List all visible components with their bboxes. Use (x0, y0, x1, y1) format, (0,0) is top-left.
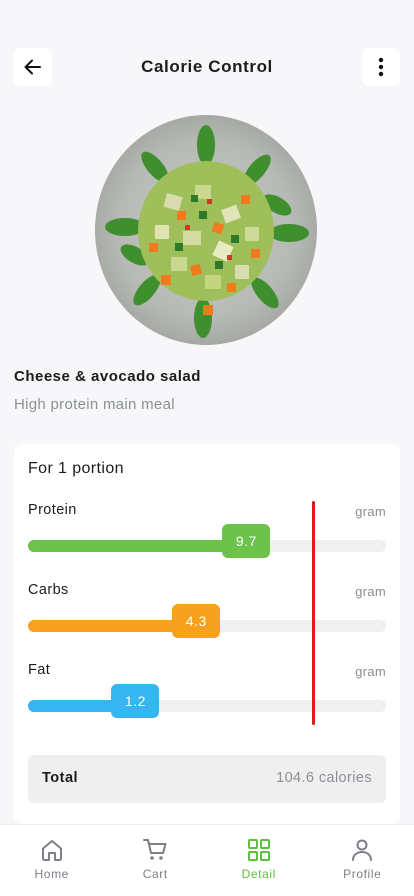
nutrient-bar-track: 9.7 (28, 524, 386, 558)
nutrient-bar-fill (28, 540, 247, 552)
nutrient-label: Fat (28, 662, 51, 678)
nutrient-unit: gram (355, 504, 386, 519)
dish-subtitle: High protein main meal (14, 396, 175, 413)
nutrient-value-badge: 1.2 (111, 684, 160, 718)
tab-detail[interactable]: Detail (207, 825, 311, 896)
tab-label: Detail (241, 867, 276, 881)
user-icon (352, 839, 373, 861)
nutrient-bar-track: 4.3 (28, 604, 386, 638)
more-button[interactable] (362, 48, 400, 86)
header: Calorie Control (14, 48, 400, 86)
nutrient-value-badge: 4.3 (172, 604, 221, 638)
grid-icon (247, 839, 270, 861)
cart-icon (143, 839, 167, 860)
nutrient-bar-fill (28, 620, 197, 632)
total-row: Total 104.6 calories (28, 755, 386, 803)
tab-profile[interactable]: Profile (311, 825, 414, 896)
tab-label: Home (34, 867, 69, 881)
limit-line (312, 501, 315, 725)
home-icon (41, 840, 62, 861)
portion-label: For 1 portion (28, 460, 124, 477)
nutrient-unit: gram (355, 584, 386, 599)
salad-plate-image (95, 115, 317, 345)
nutrient-value-badge: 9.7 (222, 524, 271, 558)
tab-label: Cart (142, 867, 168, 881)
tab-label: Profile (343, 867, 382, 881)
total-value: 104.6 calories (276, 770, 372, 786)
nutrition-card: For 1 portion Protein gram 9.7 Carbs gra… (14, 444, 400, 824)
tab-home[interactable]: Home (0, 825, 104, 896)
tab-cart[interactable]: Cart (104, 825, 208, 896)
total-label: Total (42, 770, 79, 786)
nutrient-unit: gram (355, 664, 386, 679)
nutrient-label: Protein (28, 502, 77, 518)
dish-image (95, 115, 317, 345)
nutrient-label: Carbs (28, 582, 69, 598)
page-title: Calorie Control (141, 57, 273, 76)
more-vertical-icon (378, 57, 384, 77)
bottom-tab-bar: Home Cart Detail Profile (0, 824, 414, 896)
nutrient-bar-track: 1.2 (28, 684, 386, 718)
dish-name: Cheese & avocado salad (14, 368, 201, 385)
